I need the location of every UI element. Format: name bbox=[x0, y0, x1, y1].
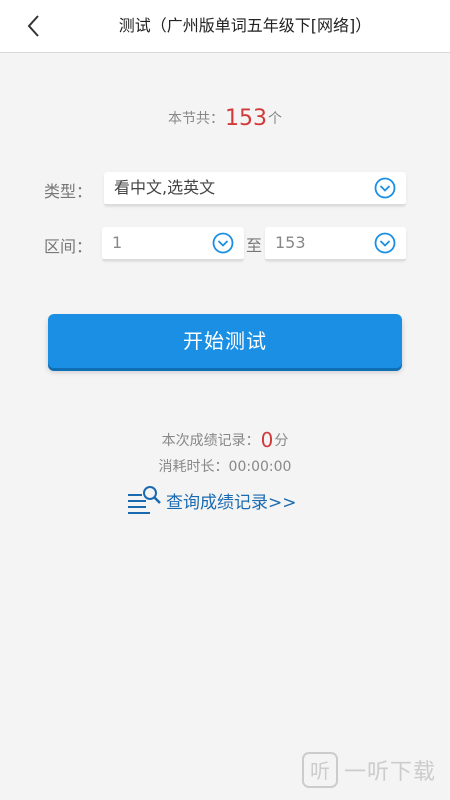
watermark-text: 一听下载 bbox=[343, 760, 436, 785]
range-start-select[interactable]: 1 bbox=[102, 227, 244, 261]
word-count-value: 153 bbox=[225, 106, 267, 131]
type-select-value: 看中文,选英文 bbox=[114, 178, 216, 197]
page-title: 测试（广州版单词五年级下[网络]） bbox=[118, 16, 372, 35]
elapsed-time: 消耗时长：00:00:00 bbox=[0, 456, 450, 476]
chevron-down-icon bbox=[374, 232, 396, 254]
back-button[interactable] bbox=[18, 10, 50, 42]
top-bar: 测试（广州版单词五年级下[网络]） bbox=[0, 0, 450, 53]
view-score-history-link[interactable]: 查询成绩记录>> bbox=[126, 482, 297, 518]
range-end-value: 153 bbox=[275, 233, 306, 252]
word-count-prefix: 本节共： bbox=[168, 111, 224, 127]
chevron-down-icon bbox=[212, 232, 234, 254]
range-end-select[interactable]: 153 bbox=[265, 227, 406, 261]
score-prefix: 本次成绩记录： bbox=[161, 433, 260, 449]
range-to-label: 至 bbox=[246, 236, 263, 255]
range-start-value: 1 bbox=[112, 233, 123, 252]
watermark-logo-icon: 听 bbox=[301, 752, 338, 788]
chevron-down-icon bbox=[374, 177, 396, 199]
score-value: 0 bbox=[260, 428, 274, 452]
elapsed-value: 00:00:00 bbox=[228, 459, 292, 475]
score-suffix: 分 bbox=[274, 433, 289, 449]
word-count: 本节共：153个 bbox=[0, 106, 450, 131]
svg-text:听: 听 bbox=[310, 759, 330, 783]
range-label: 区间： bbox=[44, 237, 93, 256]
watermark: 听 一听下载 bbox=[301, 752, 436, 788]
search-list-icon bbox=[128, 486, 161, 514]
type-select[interactable]: 看中文,选英文 bbox=[104, 172, 406, 206]
word-count-suffix: 个 bbox=[268, 111, 282, 127]
type-label: 类型： bbox=[44, 182, 93, 201]
elapsed-label: 消耗时长： bbox=[158, 459, 229, 475]
start-test-button[interactable]: 开始测试 bbox=[48, 314, 402, 368]
score-record: 本次成绩记录：0分 bbox=[0, 428, 450, 452]
history-link-label: 查询成绩记录>> bbox=[166, 492, 297, 513]
chevron-left-icon bbox=[27, 15, 39, 37]
